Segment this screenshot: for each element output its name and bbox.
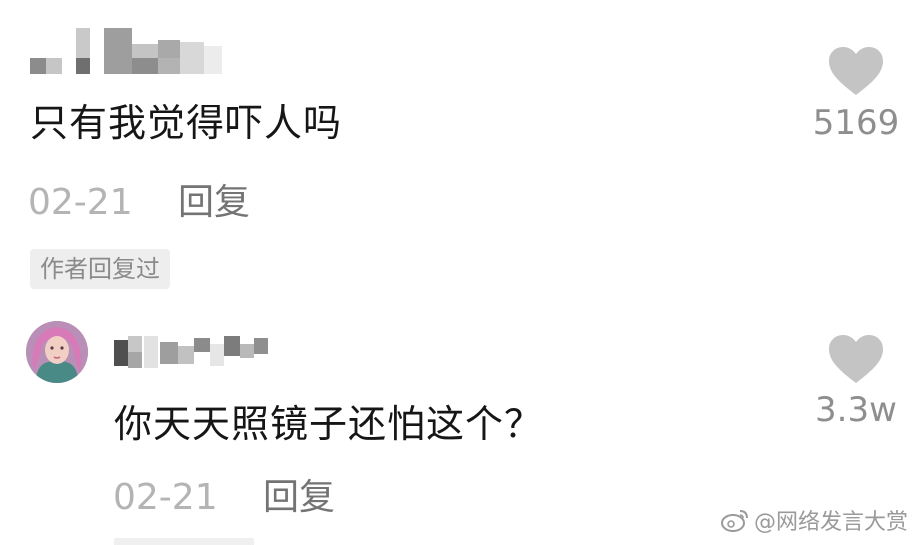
author-replied-badge: 作者回复过 xyxy=(30,249,170,289)
like-count: 3.3w xyxy=(815,390,897,430)
comment-text: 只有我觉得吓人吗 xyxy=(30,101,343,145)
reply-button[interactable]: 回复 xyxy=(263,480,335,516)
watermark-text: @网络发言大赏 xyxy=(753,509,908,535)
author-replied-badge-partial xyxy=(114,538,254,545)
comment-date: 02-21 xyxy=(113,477,218,518)
avatar[interactable] xyxy=(26,321,88,383)
like-count: 5169 xyxy=(812,103,900,143)
reply-button[interactable]: 回复 xyxy=(178,185,250,221)
comment-text: 你天天照镜子还怕这个？ xyxy=(114,402,544,446)
username-2[interactable] xyxy=(114,336,268,368)
watermark: @网络发言大赏 xyxy=(720,508,908,537)
username-1[interactable] xyxy=(30,28,222,74)
weibo-icon xyxy=(720,508,750,537)
comment-date: 02-21 xyxy=(28,182,133,223)
heart-icon[interactable] xyxy=(827,45,885,97)
heart-icon[interactable] xyxy=(827,333,885,385)
